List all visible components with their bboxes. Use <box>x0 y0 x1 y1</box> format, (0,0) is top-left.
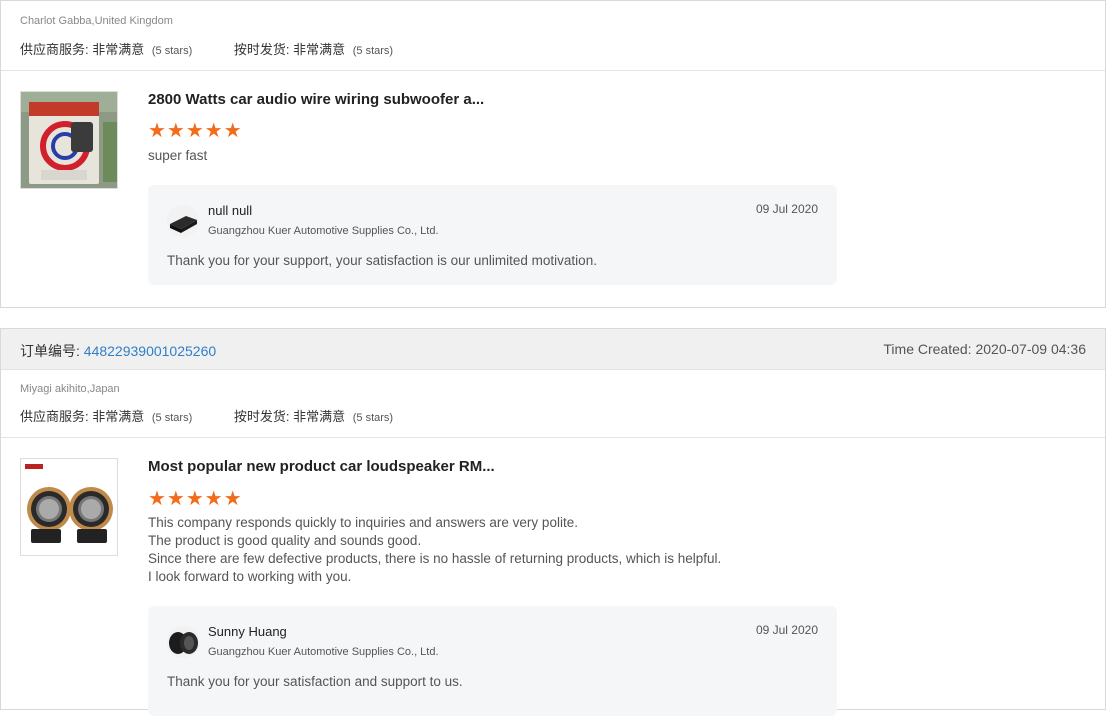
seller-reply: null null Guangzhou Kuer Automotive Supp… <box>148 185 837 285</box>
ontime-stars: (5 stars) <box>352 45 394 57</box>
supplier-service-stars: (5 stars) <box>151 412 193 424</box>
ontime-label: 按时发货: <box>233 409 290 424</box>
star-rating: ★★★★★ <box>148 488 243 510</box>
review-line: This company responds quickly to inquiri… <box>148 515 578 530</box>
reply-text: Thank you for your support, your satisfa… <box>167 253 597 268</box>
seller-company: Guangzhou Kuer Automotive Supplies Co., … <box>208 646 439 658</box>
seller-name: Sunny Huang <box>208 624 287 639</box>
product-title-link[interactable]: Most popular new product car loudspeaker… <box>148 458 495 475</box>
review-card: Charlot Gabba,United Kingdom 供应商服务: 非常满意… <box>0 0 1106 308</box>
speaker-avatar-icon <box>167 626 199 658</box>
ratings-row: 供应商服务: 非常满意 (5 stars) 按时发货: 非常满意 (5 star… <box>20 406 431 425</box>
product-thumbnail[interactable] <box>20 458 118 556</box>
reply-text: Thank you for your satisfaction and supp… <box>167 674 463 689</box>
product-thumbnail[interactable] <box>20 91 118 189</box>
ontime-label: 按时发货: <box>233 42 290 57</box>
supplier-service-rating: 供应商服务: 非常满意 (5 stars) <box>20 39 192 58</box>
order-number-link[interactable]: 44822939001025260 <box>84 343 216 359</box>
ontime-shipping-rating: 按时发货: 非常满意 (5 stars) <box>234 406 393 425</box>
star-rating: ★★★★★ <box>148 120 243 142</box>
wiring-kit-image <box>21 92 117 188</box>
buyer-info: Charlot Gabba,United Kingdom 供应商服务: 非常满意… <box>1 1 1105 71</box>
ontime-shipping-rating: 按时发货: 非常满意 (5 stars) <box>234 39 393 58</box>
seller-name: null null <box>208 203 253 218</box>
ontime-value: 非常满意 <box>293 42 346 57</box>
time-created: Time Created: 2020-07-09 04:36 <box>883 341 1086 357</box>
buyer-name: Charlot Gabba,United Kingdom <box>20 15 173 27</box>
ontime-value: 非常满意 <box>293 409 346 424</box>
ontime-stars: (5 stars) <box>352 412 394 424</box>
order-number-row: 订单编号: 44822939001025260 <box>20 341 216 361</box>
order-number-label: 订单编号: <box>20 343 80 359</box>
seller-reply: Sunny Huang Guangzhou Kuer Automotive Su… <box>148 606 837 716</box>
review-card: 订单编号: 44822939001025260 Time Created: 20… <box>0 328 1106 716</box>
seller-company: Guangzhou Kuer Automotive Supplies Co., … <box>208 225 439 237</box>
supplier-service-stars: (5 stars) <box>151 45 193 57</box>
supplier-service-value: 非常满意 <box>92 409 145 424</box>
supplier-service-label: 供应商服务: <box>20 42 89 57</box>
seller-avatar <box>167 626 199 658</box>
review-line: I look forward to working with you. <box>148 569 352 584</box>
seller-avatar <box>167 205 199 237</box>
supplier-service-rating: 供应商服务: 非常满意 (5 stars) <box>20 406 192 425</box>
order-header: 订单编号: 44822939001025260 Time Created: 20… <box>1 329 1105 370</box>
buyer-info: Miyagi akihito,Japan 供应商服务: 非常满意 (5 star… <box>1 370 1105 438</box>
supplier-service-value: 非常满意 <box>92 42 145 57</box>
amplifier-icon <box>167 205 199 237</box>
product-title-link[interactable]: 2800 Watts car audio wire wiring subwoof… <box>148 91 484 108</box>
speaker-image <box>21 459 117 555</box>
review-text: This company responds quickly to inquiri… <box>148 514 721 586</box>
supplier-service-label: 供应商服务: <box>20 409 89 424</box>
reply-date: 09 Jul 2020 <box>755 623 818 637</box>
review-line: Since there are few defective products, … <box>148 551 722 566</box>
review-line: The product is good quality and sounds g… <box>148 533 422 548</box>
ratings-row: 供应商服务: 非常满意 (5 stars) 按时发货: 非常满意 (5 star… <box>20 39 431 58</box>
buyer-name: Miyagi akihito,Japan <box>20 383 120 395</box>
review-text: super fast <box>148 148 208 163</box>
reply-date: 09 Jul 2020 <box>755 202 818 216</box>
